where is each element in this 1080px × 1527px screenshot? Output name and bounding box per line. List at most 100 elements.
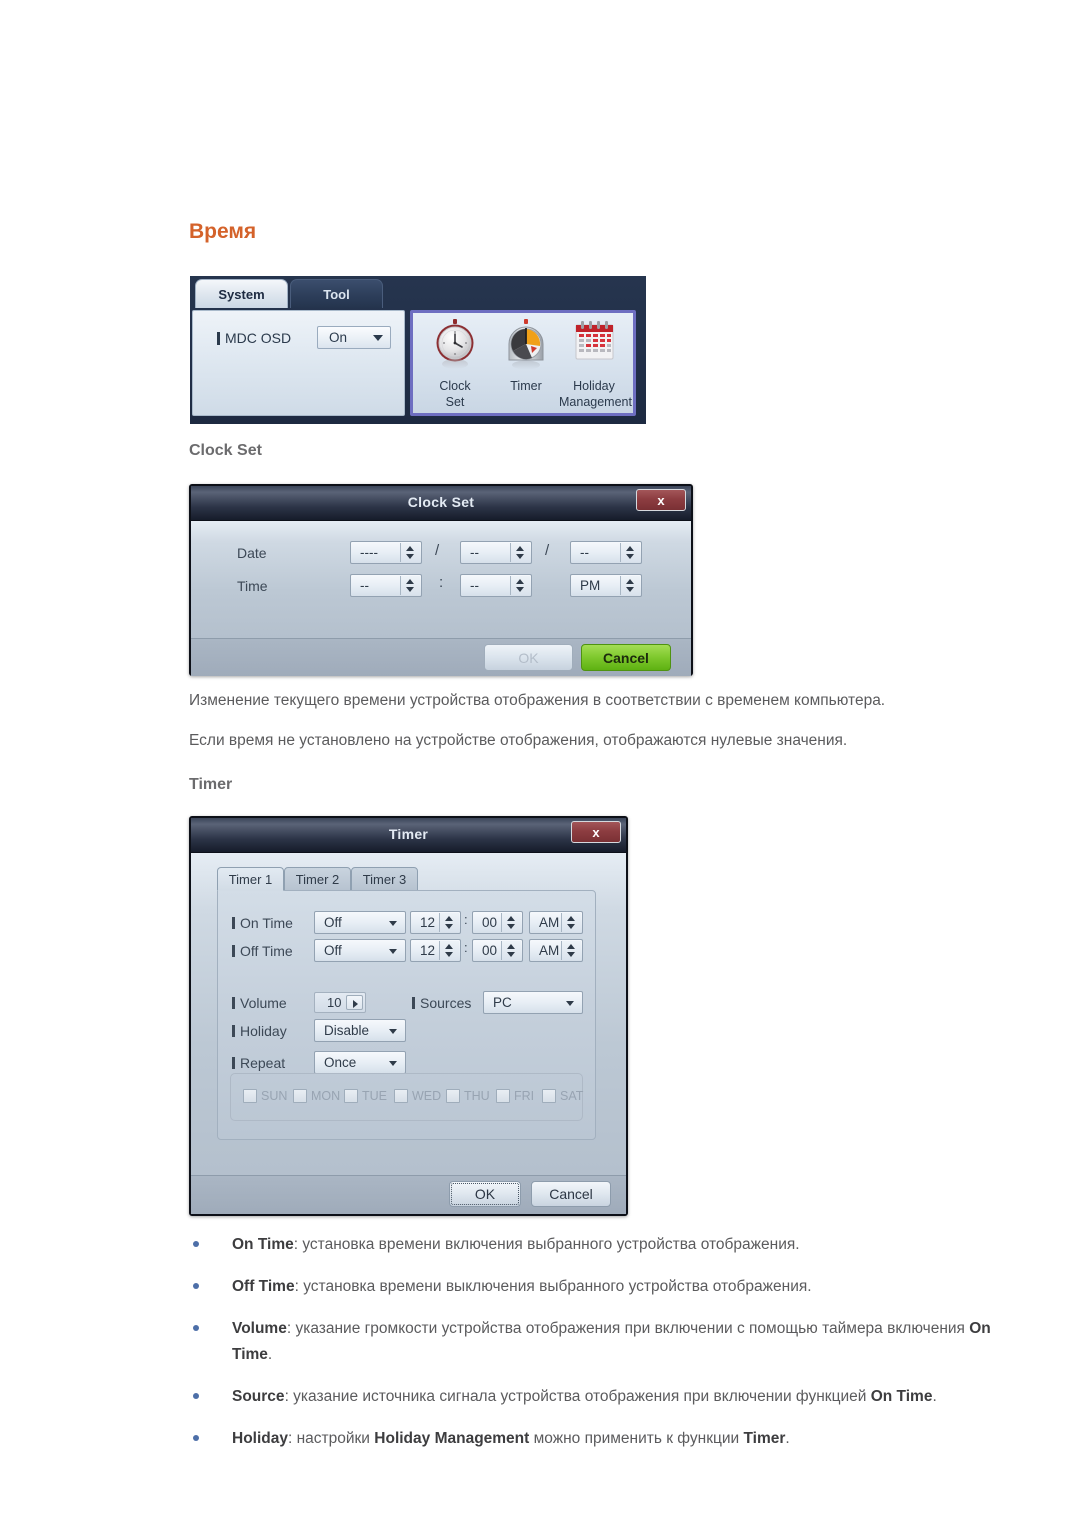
on-time-meridiem-spinner[interactable]: AM bbox=[529, 911, 583, 934]
timer-cancel-button[interactable]: Cancel bbox=[531, 1181, 611, 1207]
on-time-hour-spinner[interactable]: 12 bbox=[410, 911, 461, 934]
weekday-checkbox-sat[interactable]: SAT bbox=[542, 1089, 583, 1103]
sources-value: PC bbox=[493, 995, 512, 1010]
weekday-checkbox-thu[interactable]: THU bbox=[446, 1089, 490, 1103]
bullet-term-holiday: Holiday bbox=[232, 1430, 288, 1447]
weekday-checkbox-wed[interactable]: WED bbox=[394, 1089, 441, 1103]
weekday-label-mon: MON bbox=[311, 1089, 341, 1103]
volume-increase-icon[interactable] bbox=[346, 995, 363, 1010]
repeat-label-text: Repeat bbox=[240, 1055, 286, 1071]
weekday-checkbox-mon[interactable]: MON bbox=[293, 1089, 340, 1103]
off-time-meridiem-value: AM bbox=[539, 943, 560, 958]
bullet-text-on-time: : установка времени включения выбранного… bbox=[293, 1236, 800, 1253]
date-year-spinner[interactable]: ---- bbox=[350, 541, 422, 564]
date-year-spin-buttons[interactable] bbox=[400, 543, 420, 562]
chevron-down-icon bbox=[389, 1029, 397, 1034]
tab-timer-2[interactable]: Timer 2 bbox=[284, 867, 351, 891]
holiday-select[interactable]: Disable bbox=[314, 1019, 406, 1042]
off-time-hour-spinner[interactable]: 12 bbox=[410, 939, 461, 962]
checkbox-icon[interactable] bbox=[243, 1089, 257, 1103]
on-time-mode-select[interactable]: Off bbox=[314, 911, 406, 934]
chevron-down-icon bbox=[566, 1001, 574, 1006]
holiday-label-text: Holiday bbox=[240, 1023, 287, 1039]
time-hour-spinner[interactable]: -- bbox=[350, 574, 422, 597]
checkbox-icon[interactable] bbox=[293, 1089, 307, 1103]
icon-button-holiday-management[interactable]: Holiday Management bbox=[559, 318, 632, 409]
clock-set-cancel-button[interactable]: Cancel bbox=[581, 644, 671, 671]
icon-button-timer[interactable]: Timer bbox=[491, 318, 561, 393]
on-time-minute-spin-buttons[interactable] bbox=[501, 913, 521, 932]
date-separator-1: / bbox=[435, 542, 440, 559]
bullet-text-source: : указание источника сигнала устройства … bbox=[284, 1388, 871, 1405]
weekday-label-wed: WED bbox=[412, 1089, 442, 1103]
volume-value: 10 bbox=[327, 995, 342, 1010]
mdc-osd-value: On bbox=[329, 330, 348, 345]
clock-set-footer: OK Cancel bbox=[191, 638, 691, 676]
timer-ok-button[interactable]: OK bbox=[449, 1181, 521, 1207]
date-month-spinner[interactable]: -- bbox=[460, 541, 532, 564]
label-tick-icon bbox=[412, 997, 415, 1009]
sources-select[interactable]: PC bbox=[483, 991, 583, 1014]
on-time-minute-spinner[interactable]: 00 bbox=[472, 911, 523, 934]
off-time-label-text: Off Time bbox=[240, 943, 293, 959]
clock-set-ok-button[interactable]: OK bbox=[484, 644, 573, 671]
on-time-hour-spin-buttons[interactable] bbox=[439, 913, 459, 932]
bullet-term-volume: Volume bbox=[232, 1320, 287, 1337]
icon-label-clock-set-line1: Clock bbox=[439, 379, 471, 393]
close-icon[interactable]: x bbox=[571, 821, 621, 843]
tab-timer-3[interactable]: Timer 3 bbox=[351, 867, 418, 891]
bullet-term-source: Source bbox=[232, 1388, 285, 1405]
list-item: Holiday: настройки Holiday Management мо… bbox=[189, 1426, 1019, 1452]
repeat-select[interactable]: Once bbox=[314, 1051, 406, 1074]
bullet-text-volume: : указание громкости устройства отображе… bbox=[286, 1320, 970, 1337]
sources-label-text: Sources bbox=[420, 995, 472, 1011]
icon-label-holiday-line1: Holiday bbox=[573, 379, 615, 393]
tab-timer-1[interactable]: Timer 1 bbox=[217, 867, 284, 891]
weekday-checkbox-tue[interactable]: TUE bbox=[344, 1089, 387, 1103]
on-time-hour-value: 12 bbox=[420, 915, 436, 930]
bullet-term-on-time: On Time bbox=[232, 1236, 294, 1253]
date-month-value: -- bbox=[470, 545, 479, 560]
weekday-checkbox-fri[interactable]: FRI bbox=[496, 1089, 534, 1103]
off-time-meridiem-spinner[interactable]: AM bbox=[529, 939, 583, 962]
bullet-term-off-time: Off Time bbox=[232, 1278, 295, 1295]
off-time-hour-spin-buttons[interactable] bbox=[439, 941, 459, 960]
volume-stepper[interactable]: 10 bbox=[314, 992, 366, 1013]
repeat-value: Once bbox=[324, 1055, 357, 1070]
time-meridiem-spinner[interactable]: PM bbox=[570, 574, 642, 597]
date-month-spin-buttons[interactable] bbox=[510, 543, 530, 562]
icon-button-clock-set[interactable]: Clock Set bbox=[420, 318, 490, 409]
checkbox-icon[interactable] bbox=[344, 1089, 358, 1103]
off-time-mode-select[interactable]: Off bbox=[314, 939, 406, 962]
mdc-tab-strip: System Tool bbox=[190, 276, 646, 308]
list-item: On Time: установка времени включения выб… bbox=[189, 1232, 1019, 1258]
timer-title: Timer bbox=[388, 826, 429, 842]
close-icon[interactable]: x bbox=[636, 489, 686, 511]
checkbox-icon[interactable] bbox=[394, 1089, 408, 1103]
time-minute-spin-buttons[interactable] bbox=[510, 576, 530, 595]
clock-set-dialog: Clock Set x Date ---- / -- / -- Time -- … bbox=[189, 484, 693, 676]
off-time-minute-spinner[interactable]: 00 bbox=[472, 939, 523, 962]
tab-tool[interactable]: Tool bbox=[290, 279, 383, 308]
time-meridiem-spin-buttons[interactable] bbox=[620, 576, 640, 595]
on-time-label-text: On Time bbox=[240, 915, 293, 931]
weekday-checkbox-sun[interactable]: SUN bbox=[243, 1089, 287, 1103]
off-time-meridiem-spin-buttons[interactable] bbox=[561, 941, 581, 960]
volume-label-text: Volume bbox=[240, 995, 287, 1011]
date-day-spinner[interactable]: -- bbox=[570, 541, 642, 564]
weekday-label-tue: TUE bbox=[362, 1089, 387, 1103]
on-time-separator: : bbox=[464, 912, 468, 927]
checkbox-icon[interactable] bbox=[542, 1089, 556, 1103]
time-hour-spin-buttons[interactable] bbox=[400, 576, 420, 595]
off-time-minute-spin-buttons[interactable] bbox=[501, 941, 521, 960]
on-time-meridiem-spin-buttons[interactable] bbox=[561, 913, 581, 932]
time-minute-spinner[interactable]: -- bbox=[460, 574, 532, 597]
checkbox-icon[interactable] bbox=[496, 1089, 510, 1103]
label-tick-icon bbox=[232, 1025, 235, 1037]
checkbox-icon[interactable] bbox=[446, 1089, 460, 1103]
chevron-down-icon bbox=[389, 1061, 397, 1066]
tab-system[interactable]: System bbox=[195, 279, 288, 308]
date-day-spin-buttons[interactable] bbox=[620, 543, 640, 562]
volume-label: Volume bbox=[232, 995, 287, 1011]
mdc-osd-select[interactable]: On bbox=[317, 326, 391, 349]
